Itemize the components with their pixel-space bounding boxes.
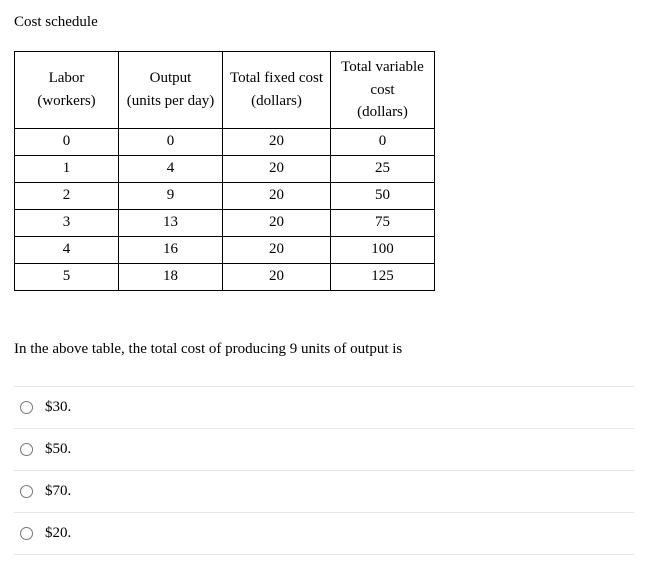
cell-output: 18: [119, 263, 223, 290]
cell-labor: 3: [15, 209, 119, 236]
cell-variable: 0: [331, 128, 435, 155]
option-radio[interactable]: [20, 443, 33, 456]
cell-fixed: 20: [223, 128, 331, 155]
cell-output: 0: [119, 128, 223, 155]
cell-output: 16: [119, 236, 223, 263]
option-label[interactable]: $20.: [45, 525, 71, 542]
question-text: In the above table, the total cost of pr…: [14, 341, 634, 358]
option-radio[interactable]: [20, 527, 33, 540]
option-row[interactable]: $50.: [14, 428, 634, 470]
cell-fixed: 20: [223, 155, 331, 182]
cell-labor: 0: [15, 128, 119, 155]
header-fixed-cost: Total fixed cost (dollars): [223, 52, 331, 129]
answer-options: $30. $50. $70. $20.: [14, 386, 634, 555]
cell-variable: 100: [331, 236, 435, 263]
table-row: 0 0 20 0: [15, 128, 435, 155]
option-radio[interactable]: [20, 401, 33, 414]
header-output-line2: (units per day): [125, 90, 216, 113]
cell-fixed: 20: [223, 209, 331, 236]
option-row[interactable]: $30.: [14, 386, 634, 428]
header-labor: Labor (workers): [15, 52, 119, 129]
cell-fixed: 20: [223, 182, 331, 209]
cell-variable: 25: [331, 155, 435, 182]
cell-labor: 4: [15, 236, 119, 263]
cell-output: 4: [119, 155, 223, 182]
option-row[interactable]: $70.: [14, 470, 634, 512]
table-row: 3 13 20 75: [15, 209, 435, 236]
cell-output: 9: [119, 182, 223, 209]
page-title: Cost schedule: [14, 14, 634, 31]
header-labor-text: Labor (workers): [21, 67, 112, 112]
table-row: 4 16 20 100: [15, 236, 435, 263]
header-output-line1: Output: [125, 67, 216, 90]
cell-variable: 125: [331, 263, 435, 290]
cell-fixed: 20: [223, 236, 331, 263]
cell-output: 13: [119, 209, 223, 236]
header-variable-cost: Total variable cost (dollars): [331, 52, 435, 129]
table-row: 5 18 20 125: [15, 263, 435, 290]
cost-schedule-table: Labor (workers) Output (units per day) T…: [14, 51, 435, 291]
header-fixed-line2: (dollars): [229, 90, 324, 113]
option-label[interactable]: $70.: [45, 483, 71, 500]
cell-variable: 50: [331, 182, 435, 209]
header-variable-line3: (dollars): [337, 101, 428, 124]
cell-labor: 1: [15, 155, 119, 182]
header-variable-line1: Total variable: [337, 56, 428, 79]
cell-variable: 75: [331, 209, 435, 236]
cell-fixed: 20: [223, 263, 331, 290]
header-variable-line2: cost: [337, 79, 428, 102]
cell-labor: 2: [15, 182, 119, 209]
table-row: 1 4 20 25: [15, 155, 435, 182]
cell-labor: 5: [15, 263, 119, 290]
header-output: Output (units per day): [119, 52, 223, 129]
option-label[interactable]: $30.: [45, 399, 71, 416]
table-row: 2 9 20 50: [15, 182, 435, 209]
header-fixed-line1: Total fixed cost: [229, 67, 324, 90]
table-body: 0 0 20 0 1 4 20 25 2 9 20 50 3 13 20 75 …: [15, 128, 435, 290]
option-row[interactable]: $20.: [14, 512, 634, 555]
option-label[interactable]: $50.: [45, 441, 71, 458]
option-radio[interactable]: [20, 485, 33, 498]
